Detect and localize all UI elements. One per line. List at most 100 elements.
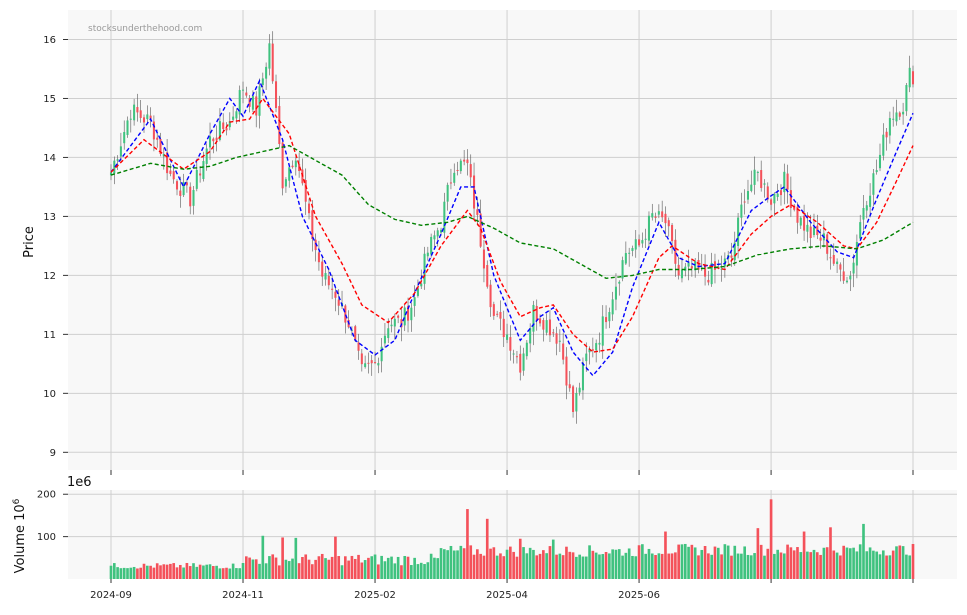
candle-body [466, 159, 469, 164]
candle-body [142, 117, 146, 123]
candle-body [459, 160, 462, 172]
volume-bar [334, 536, 337, 579]
volume-bar [786, 544, 789, 579]
volume-bar [776, 549, 780, 579]
volume-bar [693, 547, 697, 579]
volume-bar [839, 555, 842, 579]
candle-body [690, 266, 693, 269]
volume-bar [485, 518, 489, 579]
volume-bar [733, 545, 737, 579]
volume-bar [835, 552, 839, 579]
volume-bar [294, 537, 298, 579]
volume-bar [456, 550, 459, 579]
candle-body [393, 318, 396, 327]
volume-scale-label: 1e6 [67, 475, 92, 490]
volume-bar [594, 552, 598, 579]
candle-body [585, 353, 588, 362]
volume-bar [373, 554, 377, 579]
candle-body [624, 253, 627, 264]
volume-bar [713, 546, 717, 579]
candle-body [116, 159, 119, 161]
candle-body [453, 172, 456, 183]
volume-bar [251, 559, 255, 579]
candle-body [281, 142, 284, 189]
candle-body [284, 179, 287, 187]
candle-body [839, 264, 842, 270]
volume-bar [284, 559, 288, 579]
volume-bar [162, 564, 166, 579]
candle-body [548, 319, 551, 336]
volume-bar [429, 553, 433, 579]
candle-body [139, 110, 142, 118]
volume-bar [492, 547, 496, 579]
volume-bar [865, 551, 869, 579]
volume-bar [687, 546, 690, 579]
candle-body [502, 318, 505, 338]
volume-bar [416, 564, 420, 579]
volume-bar [634, 556, 638, 579]
volume-bar [208, 564, 212, 579]
volume-bar [601, 554, 605, 579]
candle-body [552, 332, 555, 334]
candle-body [433, 235, 436, 240]
volume-bar [291, 558, 294, 579]
volume-bar [611, 549, 614, 579]
volume-bar [773, 553, 776, 579]
volume-bar [878, 554, 882, 579]
volume-bar [238, 568, 242, 579]
volume-bar [862, 523, 865, 579]
volume-bar [683, 543, 687, 579]
candle-body [426, 252, 429, 257]
volume-bar [598, 554, 601, 579]
candle-body [436, 230, 439, 237]
volume-bar [205, 564, 209, 579]
candle-body [756, 171, 759, 173]
volume-bar [740, 553, 743, 579]
volume-bar [436, 558, 440, 579]
volume-bar [505, 549, 509, 579]
volume-bar [403, 555, 407, 579]
candle-body [638, 239, 641, 246]
volume-bar [337, 556, 341, 579]
volume-bar [720, 554, 723, 579]
volume-bar [350, 555, 354, 579]
candle-body [826, 234, 829, 254]
candle-body [308, 203, 311, 214]
candle-body [172, 171, 175, 180]
volume-bar [707, 553, 710, 579]
candle-body [268, 43, 271, 69]
volume-bar [782, 553, 786, 579]
volume-bar [796, 547, 799, 579]
candle-body [410, 307, 413, 321]
volume-bar [548, 546, 552, 579]
candle-body [539, 318, 542, 324]
candle-body [885, 131, 888, 138]
volume-bar [809, 552, 813, 579]
volume-bar [165, 564, 169, 579]
candle-body [496, 313, 499, 315]
candle-body [519, 353, 522, 373]
candle-body [215, 137, 218, 141]
volume-bar [482, 555, 486, 579]
volume-bar [152, 567, 156, 579]
volume-bar [565, 546, 568, 579]
candle-body [809, 226, 812, 239]
candle-body [344, 305, 347, 323]
price-y-tick-label: 16 [43, 35, 56, 46]
volume-bar [535, 555, 539, 579]
candle-body [842, 271, 845, 281]
volume-bar [129, 567, 133, 579]
volume-bar [842, 545, 846, 579]
volume-bar [433, 557, 436, 579]
candle-body [241, 89, 245, 91]
candle-body [413, 297, 416, 306]
candle-body [598, 342, 601, 345]
candle-body [208, 136, 212, 148]
candle-body [892, 118, 895, 120]
volume-bar [423, 564, 426, 579]
volume-bar [637, 545, 641, 579]
volume-bar [228, 568, 232, 579]
volume-bar [281, 537, 284, 579]
candle-body [902, 111, 905, 115]
candle-body [271, 43, 274, 82]
